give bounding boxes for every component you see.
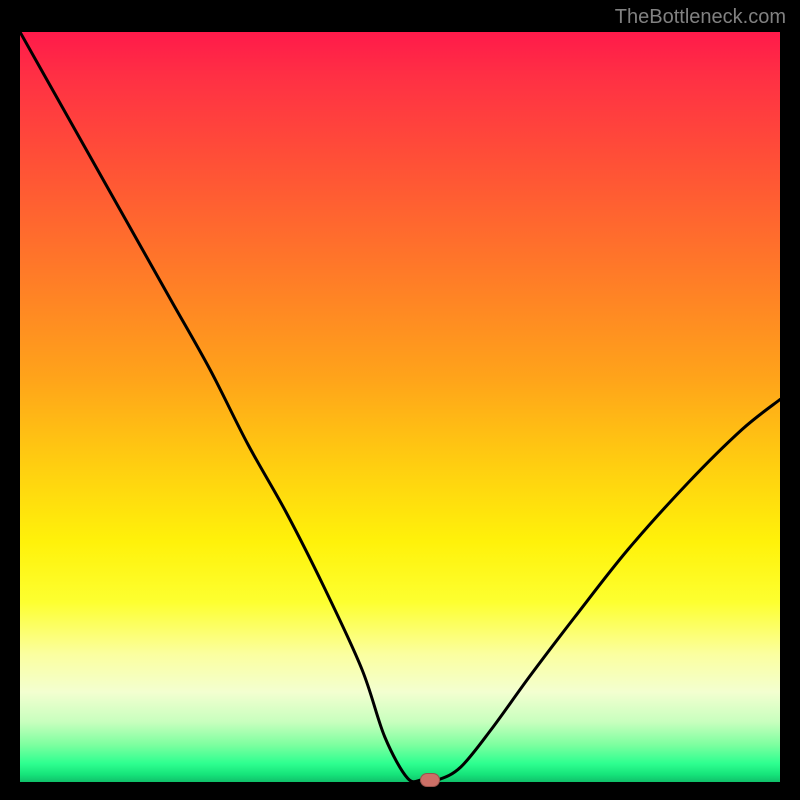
attribution-text: TheBottleneck.com bbox=[615, 6, 786, 29]
optimum-marker bbox=[420, 773, 440, 787]
plot-area bbox=[20, 32, 780, 782]
chart-container: TheBottleneck.com bbox=[0, 0, 800, 800]
bottleneck-curve bbox=[20, 32, 780, 782]
curve-layer bbox=[20, 32, 780, 782]
